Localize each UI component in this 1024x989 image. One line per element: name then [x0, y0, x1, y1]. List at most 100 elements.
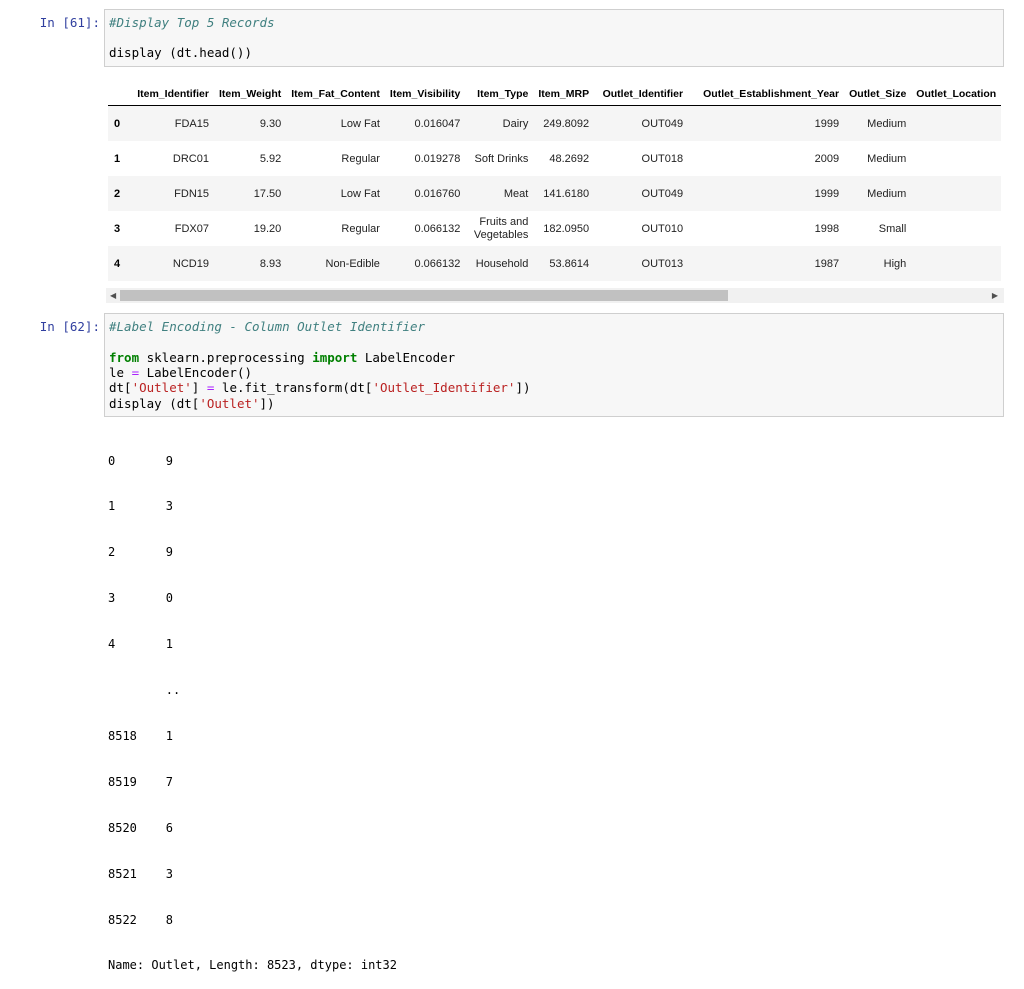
row-index: 4 — [114, 257, 121, 270]
output-line: 8520 6 — [108, 820, 174, 835]
column-header: Item_MRP — [533, 83, 595, 106]
code-comment: #Label Encoding - Column Outlet Identifi… — [109, 319, 426, 334]
table-cell: OUT013 — [641, 257, 684, 270]
horizontal-scrollbar[interactable]: ◀ ▶ — [106, 288, 1004, 303]
output-footer: Name: Outlet, Length: 8523, dtype: int32 — [108, 958, 397, 973]
column-header: Outlet_Location — [911, 83, 1002, 106]
code-line-transform: dt['Outlet'] = le.fit_transform(dt['Outl… — [109, 380, 531, 395]
table-cell: 182.0950 — [543, 222, 590, 235]
table-cell: 53.8614 — [549, 257, 590, 270]
table-cell: 8.93 — [259, 257, 282, 270]
table-cell: OUT010 — [641, 222, 684, 235]
column-header: Item_Type — [465, 83, 534, 106]
code-cell-61[interactable]: #Display Top 5 Records display (dt.head(… — [104, 9, 1004, 67]
column-header: Item_Fat_Content — [286, 83, 385, 106]
output-line: 2 9 — [108, 545, 174, 560]
column-header: Item_Visibility — [384, 83, 466, 106]
row-index: 0 — [114, 117, 121, 130]
table-cell: Low Fat — [340, 187, 380, 200]
table-cell: 9.30 — [259, 117, 282, 130]
row-index: 1 — [114, 152, 121, 165]
table-cell — [911, 106, 1001, 142]
table-cell: Fruits and Vegetables — [473, 215, 529, 241]
table-cell: Small — [878, 222, 907, 235]
column-header: Item_Weight — [214, 83, 287, 106]
table-cell: Household — [475, 257, 529, 270]
table-cell: High — [883, 257, 907, 270]
table-cell — [911, 246, 1001, 281]
column-header: Outlet_Size — [844, 83, 912, 106]
output-line: 3 0 — [108, 591, 174, 606]
column-header: Outlet_Identifier — [594, 83, 689, 106]
table-cell: 0.066132 — [414, 222, 461, 235]
output-line: 8521 3 — [108, 866, 174, 881]
table-cell: 1987 — [814, 257, 840, 270]
scroll-left-icon[interactable]: ◀ — [110, 290, 116, 301]
column-header: Outlet_Establishment_Year — [688, 83, 845, 106]
output-line: 4 1 — [108, 637, 174, 652]
table-cell: Meat — [503, 187, 529, 200]
row-index: 3 — [114, 222, 121, 235]
table-header-row: Item_Identifier Item_Weight Item_Fat_Conte… — [108, 83, 1002, 106]
table-cell: 1999 — [814, 187, 840, 200]
table-cell: Regular — [341, 152, 380, 165]
table-cell: 0.019278 — [414, 152, 461, 165]
output-line: 8522 8 — [108, 912, 174, 927]
code-cell-62[interactable]: #Label Encoding - Column Outlet Identifi… — [104, 313, 1004, 417]
output-line: 8519 7 — [108, 774, 174, 789]
table-cell: OUT018 — [641, 152, 684, 165]
output-line: 8518 1 — [108, 728, 174, 743]
table-cell: 249.8092 — [543, 117, 590, 130]
dataframe-table: Item_Identifier Item_Weight Item_Fat_Conte… — [108, 83, 1002, 281]
code-line-display: display (dt['Outlet']) — [109, 396, 275, 411]
table-cell: Medium — [867, 117, 907, 130]
table-cell: Non-Edible — [325, 257, 380, 270]
table-cell: 5.92 — [259, 152, 282, 165]
output-line: 0 9 — [108, 453, 174, 468]
table-cell: 141.6180 — [543, 187, 590, 200]
output-line: .. — [108, 683, 181, 698]
scroll-right-icon[interactable]: ▶ — [992, 290, 998, 301]
table-cell: FDN15 — [174, 187, 209, 200]
index-header — [108, 83, 130, 106]
table-cell: FDX07 — [174, 222, 209, 235]
scrollbar-thumb[interactable] — [120, 290, 728, 301]
table-cell: Soft Drinks — [474, 152, 529, 165]
code-comment: #Display Top 5 Records — [109, 15, 275, 30]
table-cell: Regular — [341, 222, 380, 235]
table-cell: NCD19 — [172, 257, 209, 270]
cell-prompt-62: In [62]: — [39, 319, 100, 334]
table-cell: 1999 — [814, 117, 840, 130]
table-cell: 19.20 — [253, 222, 282, 235]
cell-output: 0 9 1 3 2 9 3 0 4 1 .. 8518 1 8519 7 852… — [108, 423, 397, 989]
row-index: 2 — [114, 187, 121, 200]
table-cell — [911, 141, 1001, 176]
table-cell: Medium — [867, 152, 907, 165]
table-cell: OUT049 — [641, 117, 684, 130]
table-row: 3 FDX07 19.20 Regular 0.066132 Fruits and Veg… — [108, 211, 1001, 246]
table-cell: FDA15 — [174, 117, 209, 130]
table-row: 0 FDA15 9.30 Low Fat 0.016047 Dairy 249.8092 OU… — [108, 105, 1002, 142]
table-row: 4 NCD19 8.93 Non-Edible 0.066132 Household 53.… — [108, 246, 1002, 281]
code-line-import: from sklearn.preprocessing import LabelE… — [109, 350, 456, 365]
cell-prompt-61: In [61]: — [39, 15, 100, 30]
table-cell — [911, 211, 1001, 246]
table-cell: DRC01 — [172, 152, 209, 165]
table-cell — [911, 176, 1001, 211]
column-header: Item_Identifier — [130, 83, 214, 106]
table-row: 1 DRC01 5.92 Regular 0.019278 Soft Drinks 48.2… — [108, 141, 1001, 176]
table-row: 2 FDN15 17.50 Low Fat 0.016760 Meat 141.6180 OU… — [108, 176, 1002, 211]
table-cell: 48.2692 — [549, 152, 590, 165]
table-cell: OUT049 — [641, 187, 684, 200]
code-line: display (dt.head()) — [109, 45, 252, 60]
table-cell: 0.016760 — [414, 187, 461, 200]
code-line-encoder: le = LabelEncoder() — [109, 365, 252, 380]
table-cell: Medium — [867, 187, 907, 200]
table-cell: 0.066132 — [414, 257, 461, 270]
table-cell: 17.50 — [253, 187, 282, 200]
table-cell: 2009 — [814, 152, 840, 165]
table-cell: Low Fat — [340, 117, 380, 130]
table-cell: 0.016047 — [414, 117, 461, 130]
output-line: 1 3 — [108, 499, 174, 514]
table-cell: Dairy — [502, 117, 529, 130]
